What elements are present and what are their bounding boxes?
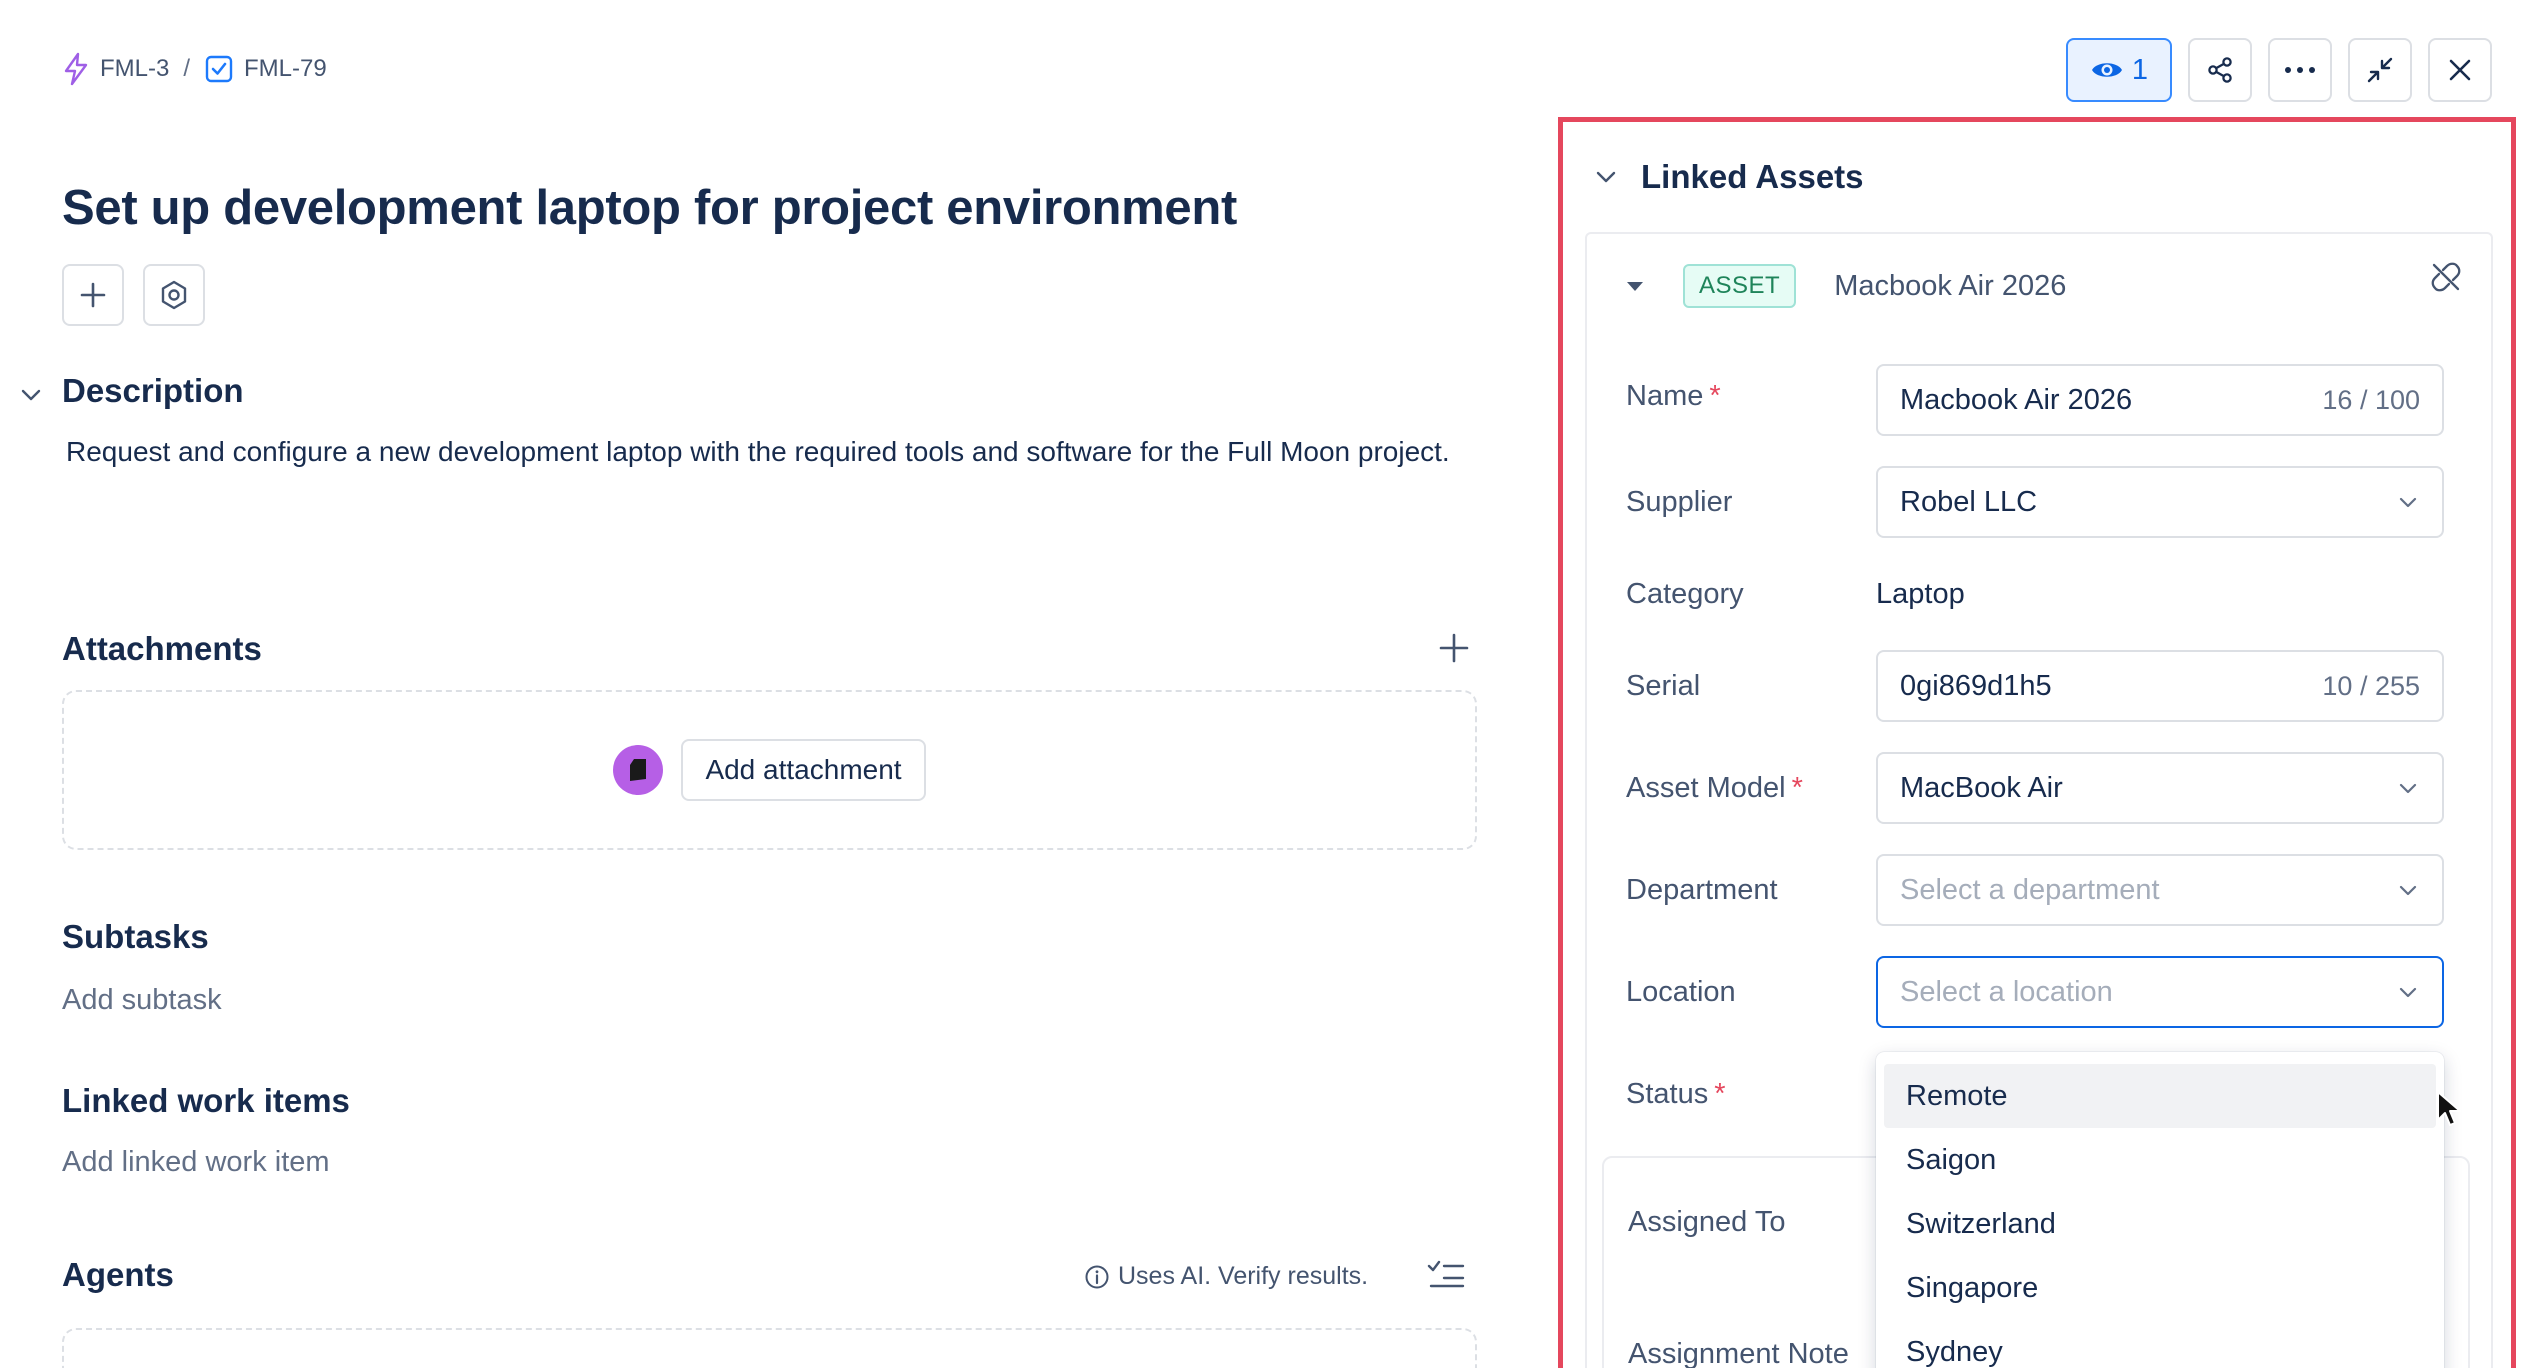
watch-button[interactable]: 1 [2066,38,2172,102]
epic-lightning-icon [64,52,88,86]
breadcrumb-current[interactable]: FML-79 [204,54,327,84]
assignment-note-label: Assignment Note [1628,1338,1849,1368]
location-label: Location [1626,976,1736,1008]
linked-work-items-heading: Linked work items [62,1082,350,1119]
breadcrumb-separator: / [183,55,191,82]
asset-badge: ASSET [1683,264,1797,308]
status-label: Status * [1626,1078,1726,1110]
add-button[interactable] [62,264,124,326]
subtasks-heading: Subtasks [62,918,209,955]
eye-icon [2091,63,2122,77]
collapse-chevron-icon[interactable] [18,382,44,408]
plus-icon [80,282,106,308]
location-dropdown-menu: Remote Saigon Switzerland Singapore Sydn… [1876,1052,2444,1368]
chevron-down-icon [1596,171,1616,183]
asset-model-value: MacBook Air [1900,771,2063,804]
add-linked-work-item-link[interactable]: Add linked work item [62,1146,330,1179]
chevron-down-icon [2399,783,2417,794]
supplier-select[interactable]: Robel LLC [1876,466,2444,538]
supplier-value: Robel LLC [1900,485,2038,518]
location-option[interactable]: Sydney [1884,1320,2436,1368]
breadcrumb-parent[interactable]: FML-3 [62,52,169,86]
share-icon [2208,57,2232,83]
serial-input[interactable]: 0gi869d1h5 10 / 255 [1876,650,2444,722]
description-text[interactable]: Request and configure a new development … [66,428,1466,476]
description-heading: Description [62,372,244,409]
breadcrumb-current-label: FML-79 [244,55,327,82]
mouse-cursor-icon [2437,1091,2461,1126]
checklist-icon[interactable] [1426,1258,1466,1294]
watch-count: 1 [2131,53,2149,86]
agents-heading: Agents [62,1256,174,1293]
supplier-label: Supplier [1626,486,1733,518]
more-horizontal-icon [2285,67,2315,73]
apps-button[interactable] [143,264,205,326]
department-label: Department [1626,874,1778,906]
caret-down-icon[interactable] [1625,279,1645,293]
task-checkbox-icon [205,55,233,83]
minimize-arrows-icon [2367,57,2393,83]
location-select[interactable]: Select a location [1876,956,2444,1028]
file-icon [630,759,647,781]
asset-name-value: Macbook Air 2026 [1900,383,2133,416]
asset-model-select[interactable]: MacBook Air [1876,752,2444,824]
minimize-button[interactable] [2348,38,2412,102]
asset-row[interactable]: ASSET Macbook Air 2026 [1625,264,2066,308]
serial-value: 0gi869d1h5 [1900,669,2052,702]
close-button[interactable] [2428,38,2492,102]
add-attachment-plus-icon[interactable] [1434,628,1474,668]
linked-assets-heading: Linked Assets [1641,158,1864,195]
location-option[interactable]: Switzerland [1884,1192,2436,1256]
info-icon [1085,1265,1109,1288]
breadcrumb: FML-3 / FML-79 [62,52,327,86]
attachments-heading: Attachments [62,630,262,667]
linked-assets-header[interactable]: Linked Assets [1593,158,1864,196]
location-placeholder: Select a location [1900,975,2113,1008]
asset-name-input[interactable]: Macbook Air 2026 16 / 100 [1876,364,2444,436]
avatar [613,745,664,795]
hexagon-settings-icon [161,280,187,310]
location-option[interactable]: Singapore [1884,1256,2436,1320]
chevron-down-icon [2399,987,2417,998]
asset-name-char-count: 16 / 100 [2322,384,2420,415]
name-label: Name * [1626,380,1721,412]
chevron-down-icon [2399,497,2417,508]
agents-box [62,1328,1477,1368]
ai-note: Uses AI. Verify results. [1084,1262,1368,1291]
asset-name: Macbook Air 2026 [1834,269,2067,302]
attachment-dropzone[interactable]: Add attachment [62,690,1477,850]
add-attachment-button[interactable]: Add attachment [681,739,926,801]
page-title[interactable]: Set up development laptop for project en… [62,180,1237,236]
category-value: Laptop [1876,578,1965,610]
breadcrumb-parent-label: FML-3 [100,55,170,82]
more-actions-button[interactable] [2268,38,2332,102]
location-option[interactable]: Remote [1884,1064,2436,1128]
department-placeholder: Select a department [1900,873,2160,906]
location-option[interactable]: Saigon [1884,1128,2436,1192]
department-select[interactable]: Select a department [1876,854,2444,926]
serial-label: Serial [1626,670,1701,702]
category-label: Category [1626,578,1744,610]
serial-char-count: 10 / 255 [2322,670,2420,701]
add-subtask-link[interactable]: Add subtask [62,984,222,1017]
asset-model-label: Asset Model * [1626,772,1803,804]
share-button[interactable] [2188,38,2252,102]
unlink-icon[interactable] [2429,260,2463,294]
assigned-to-label: Assigned To [1628,1206,1786,1238]
ai-note-text: Uses AI. Verify results. [1118,1262,1369,1290]
chevron-down-icon [2399,885,2417,896]
close-icon [2449,59,2471,81]
